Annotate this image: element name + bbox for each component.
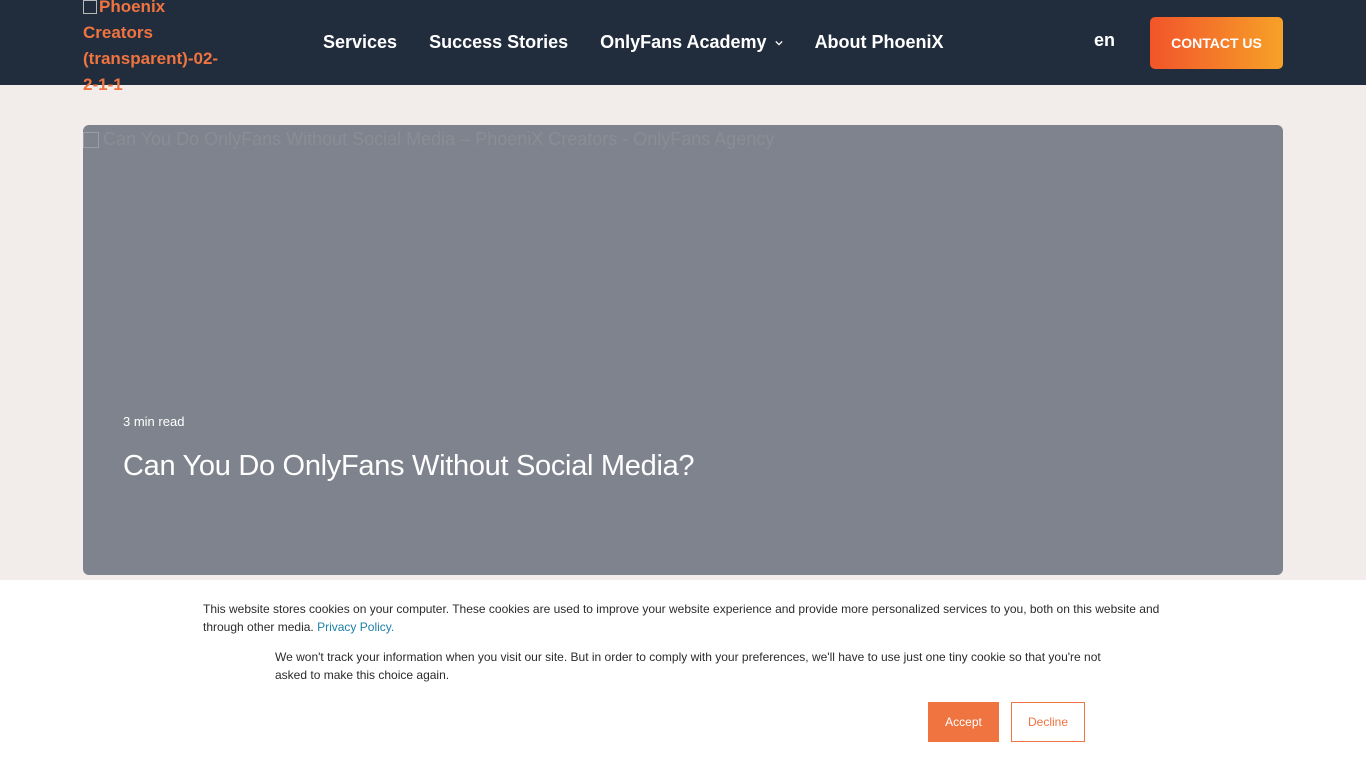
- broken-image-icon: [83, 0, 97, 14]
- page-title: Can You Do OnlyFans Without Social Media…: [123, 450, 695, 482]
- contact-us-button[interactable]: CONTACT US: [1150, 17, 1283, 69]
- logo-alt-text: Phoenix Creators (transparent)-02-2-1-1: [83, 0, 219, 94]
- read-time: 3 min read: [123, 414, 185, 429]
- site-header: Phoenix Creators (transparent)-02-2-1-1 …: [0, 0, 1366, 94]
- accept-cookies-button[interactable]: Accept: [928, 702, 999, 742]
- chevron-down-icon: [774, 40, 783, 46]
- cookie-notice-text: This website stores cookies on your comp…: [203, 600, 1173, 636]
- nav-item-label: OnlyFans Academy: [600, 32, 767, 52]
- hero-banner: Can You Do OnlyFans Without Social Media…: [83, 125, 1283, 575]
- main-nav: Services Success Stories OnlyFans Academ…: [323, 0, 976, 85]
- nav-item-label: Services: [323, 32, 398, 52]
- decline-cookies-button[interactable]: Decline: [1011, 702, 1085, 742]
- nav-item-label: Success Stories: [429, 32, 569, 52]
- hero-image: Can You Do OnlyFans Without Social Media…: [83, 129, 774, 150]
- broken-image-icon: [83, 131, 99, 148]
- nav-item-services[interactable]: Services: [323, 32, 397, 53]
- privacy-policy-link[interactable]: Privacy Policy.: [317, 620, 394, 634]
- language-switcher[interactable]: en: [1094, 30, 1115, 51]
- hero-image-alt-text: Can You Do OnlyFans Without Social Media…: [103, 129, 775, 149]
- cookie-tracking-text: We won't track your information when you…: [275, 650, 1101, 682]
- nav-item-label: About PhoeniX: [814, 32, 944, 52]
- nav-item-about-phoenix[interactable]: About PhoeniX: [815, 32, 944, 53]
- nav-item-onlyfans-academy[interactable]: OnlyFans Academy: [600, 32, 783, 53]
- nav-item-success-stories[interactable]: Success Stories: [429, 32, 568, 53]
- cookie-banner: This website stores cookies on your comp…: [0, 580, 1366, 768]
- site-logo[interactable]: Phoenix Creators (transparent)-02-2-1-1: [83, 0, 225, 94]
